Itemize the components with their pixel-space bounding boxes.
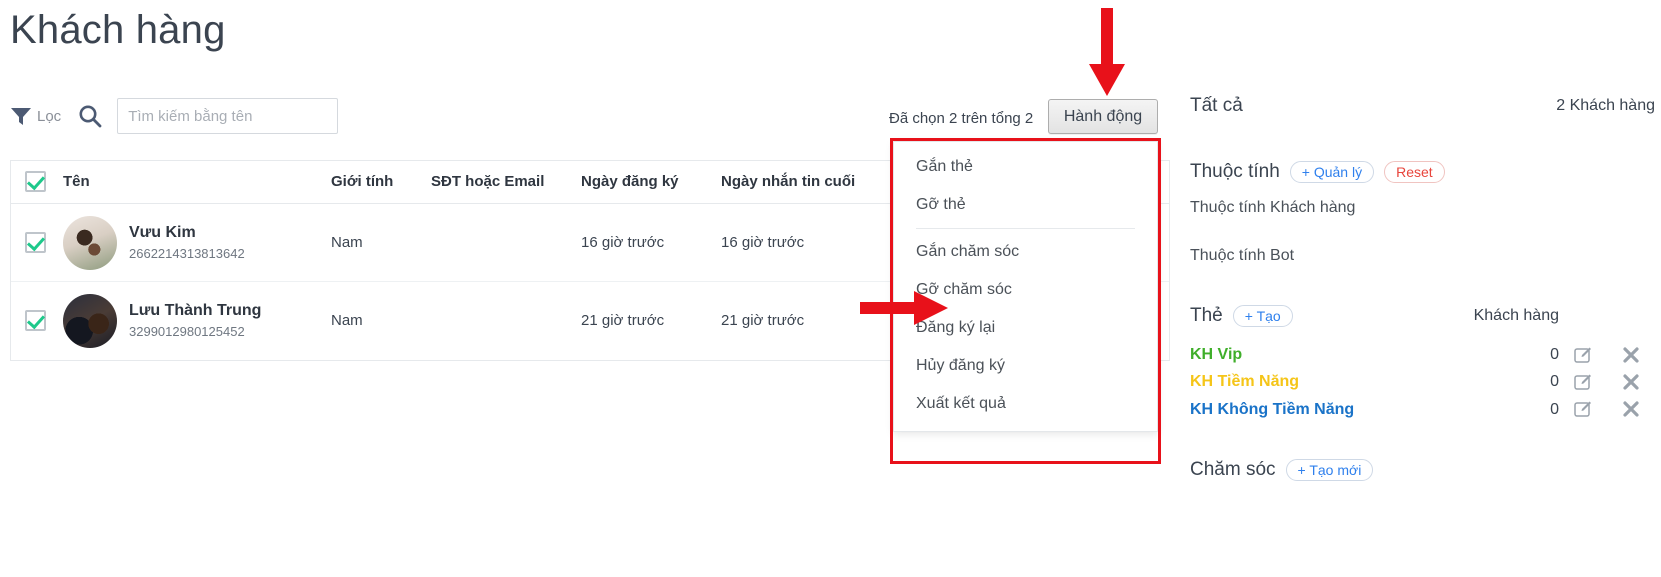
app-root: Khách hàng Lọc Đã chọn 2 trên tổng 2 Hàn… (0, 0, 1661, 577)
row-gender: Nam (331, 312, 363, 330)
tag-row: KH Tiềm Năng 0 (1190, 373, 1655, 391)
close-icon[interactable] (1607, 346, 1655, 364)
row-select-cell (11, 282, 63, 360)
column-header-gender[interactable]: Giới tính (331, 161, 431, 204)
attributes-header: Thuộc tính + Quản lý Reset (1190, 161, 1655, 183)
tag-count: 0 (1550, 346, 1559, 364)
row-gender: Nam (331, 203, 431, 282)
row-contact (431, 282, 581, 360)
menu-item-dang-ky-lai[interactable]: Đăng ký lại (894, 309, 1157, 347)
menu-item-gan-the[interactable]: Gắn thẻ (894, 148, 1157, 186)
care-header: Chăm sóc + Tạo mới (1190, 458, 1655, 481)
edit-icon[interactable] (1559, 373, 1607, 391)
tags-column-label: Khách hàng (1473, 307, 1559, 324)
all-label[interactable]: Tất cả (1190, 95, 1243, 117)
selection-info: Đã chọn 2 trên tổng 2 (889, 110, 1034, 127)
header-select-all-cell (11, 161, 63, 204)
menu-item-go-the[interactable]: Gỡ thẻ (894, 186, 1157, 224)
edit-icon[interactable] (1559, 400, 1607, 418)
avatar (63, 293, 117, 348)
page-title: Khách hàng (10, 8, 226, 52)
tag-row: KH Vip 0 (1190, 346, 1655, 364)
menu-separator (916, 228, 1135, 229)
action-button[interactable]: Hành động (1048, 99, 1158, 134)
row-select-cell (11, 203, 63, 282)
customer-id: 2662214313813642 (129, 246, 245, 261)
tags-header: Thẻ + Tạo Khách hàng (1190, 305, 1655, 327)
row-registered: 16 giờ trước (581, 203, 721, 282)
search-input[interactable] (117, 98, 339, 134)
all-row: Tất cả 2 Khách hàng (1190, 95, 1655, 117)
tag-count: 0 (1550, 400, 1559, 418)
toolbar: Lọc (10, 98, 339, 134)
row-name-cell: Lưu Thành Trung 3299012980125452 (63, 282, 331, 360)
attribute-item-customer[interactable]: Thuộc tính Khách hàng (1190, 199, 1655, 217)
right-panel: Tất cả 2 Khách hàng Thuộc tính + Quản lý… (1190, 95, 1655, 481)
attributes-title: Thuộc tính (1190, 161, 1280, 182)
menu-item-gan-cham-soc[interactable]: Gắn chăm sóc (894, 233, 1157, 271)
action-dropdown-menu[interactable]: Gắn thẻ Gỡ thẻ Gắn chăm sóc Gỡ chăm sóc … (893, 141, 1158, 432)
row-last-message: 16 giờ trước (721, 203, 881, 282)
customer-name[interactable]: Vưu Kim (129, 224, 245, 242)
annotation-arrow-down (1085, 8, 1129, 105)
customer-id: 3299012980125452 (129, 324, 245, 340)
tag-count: 0 (1550, 373, 1559, 391)
search-icon[interactable] (77, 103, 103, 129)
edit-icon[interactable] (1559, 346, 1607, 364)
column-header-last-message[interactable]: Ngày nhắn tin cuối (721, 161, 881, 204)
menu-item-huy-dang-ky[interactable]: Hủy đăng ký (894, 347, 1157, 385)
column-header-registered[interactable]: Ngày đăng ký (581, 161, 721, 204)
row-contact (431, 203, 581, 282)
menu-item-xuat-ket-qua[interactable]: Xuất kết quả (894, 385, 1157, 423)
menu-item-go-cham-soc[interactable]: Gỡ chăm sóc (894, 271, 1157, 309)
tags-title: Thẻ (1190, 305, 1223, 326)
tag-name[interactable]: KH Tiềm Năng (1190, 373, 1499, 391)
select-all-checkbox[interactable] (25, 171, 46, 192)
customer-count: 2 Khách hàng (1556, 97, 1655, 114)
tag-row: KH Không Tiềm Năng 0 (1190, 400, 1655, 418)
row-registered: 21 giờ trước (581, 312, 665, 330)
row-last-message: 21 giờ trước (721, 312, 805, 330)
close-icon[interactable] (1607, 400, 1655, 418)
column-header-name[interactable]: Tên (63, 161, 331, 204)
care-title: Chăm sóc (1190, 458, 1276, 480)
tag-name[interactable]: KH Không Tiềm Năng (1190, 401, 1499, 419)
reset-attributes-button[interactable]: Reset (1384, 161, 1445, 183)
row-name-cell: Vưu Kim 2662214313813642 (63, 203, 331, 282)
column-header-contact[interactable]: SĐT hoặc Email (431, 161, 581, 204)
tag-name[interactable]: KH Vip (1190, 346, 1499, 364)
avatar (63, 215, 117, 270)
filter-label: Lọc (37, 107, 62, 125)
close-icon[interactable] (1607, 373, 1655, 391)
customer-name[interactable]: Lưu Thành Trung (129, 302, 261, 320)
row-checkbox[interactable] (25, 232, 46, 253)
manage-attributes-button[interactable]: + Quản lý (1289, 161, 1375, 183)
create-tag-button[interactable]: + Tạo (1232, 305, 1293, 327)
attribute-item-bot[interactable]: Thuộc tính Bot (1190, 247, 1655, 265)
filter-button[interactable]: Lọc (10, 105, 61, 127)
row-checkbox[interactable] (25, 310, 46, 332)
create-care-button[interactable]: + Tạo mới (1285, 458, 1374, 481)
filter-icon (10, 105, 32, 127)
